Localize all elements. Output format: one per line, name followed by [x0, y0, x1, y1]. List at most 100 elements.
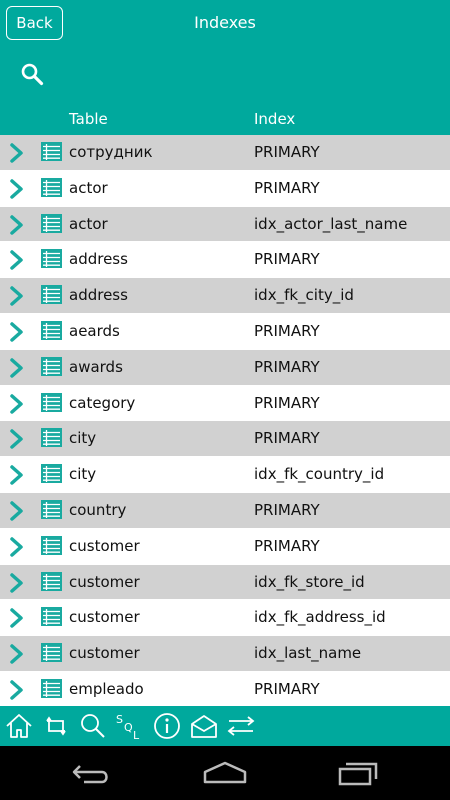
table-name-cell: aeards	[69, 321, 120, 340]
table-row[interactable]: city idx_fk_country_id	[0, 457, 450, 493]
index-name-cell: PRIMARY	[254, 500, 320, 519]
chevron-right-icon[interactable]	[8, 607, 26, 629]
index-name-cell: PRIMARY	[254, 429, 320, 448]
chevron-right-icon[interactable]	[8, 249, 26, 271]
chevron-right-icon[interactable]	[8, 393, 26, 415]
back-icon[interactable]	[70, 760, 114, 786]
index-name-cell: idx_fk_address_id	[254, 608, 386, 627]
table-name-cell: empleado	[69, 679, 144, 698]
table-row[interactable]: country PRIMARY	[0, 492, 450, 529]
table-icon	[41, 571, 62, 591]
table-row[interactable]: address PRIMARY	[0, 242, 450, 279]
table-name-cell: сотрудник	[69, 143, 153, 161]
chevron-right-icon[interactable]	[8, 464, 26, 486]
table-icon	[41, 607, 62, 627]
table-icon	[41, 177, 62, 197]
index-name-cell: PRIMARY	[254, 536, 320, 555]
table-icon	[41, 643, 62, 663]
table-name-cell: actor	[69, 178, 108, 197]
recent-apps-icon[interactable]	[336, 760, 380, 786]
index-name-cell: idx_fk_store_id	[254, 572, 365, 591]
chevron-right-icon[interactable]	[8, 643, 26, 665]
table-row[interactable]: empleado PRIMARY	[0, 671, 450, 705]
table-name-cell: customer	[69, 608, 140, 627]
search-icon[interactable]	[20, 62, 44, 86]
index-name-cell: idx_last_name	[254, 644, 362, 663]
sql-letter-s: S	[116, 713, 123, 726]
table-row[interactable]: address idx_fk_city_id	[0, 278, 450, 314]
table-row[interactable]: aeards PRIMARY	[0, 313, 450, 350]
index-name-cell: PRIMARY	[254, 357, 320, 376]
chevron-right-icon[interactable]	[8, 214, 26, 236]
table-row[interactable]: actor PRIMARY	[0, 170, 450, 207]
table-name-cell: city	[69, 429, 97, 448]
table-name-cell: customer	[69, 536, 140, 555]
sql-letter-l: L	[133, 729, 140, 741]
index-list[interactable]: сотрудник PRIMARY actor PRIMARY actor idx_act…	[0, 135, 450, 705]
table-icon	[41, 285, 62, 305]
table-icon	[41, 392, 62, 412]
table-icon	[41, 249, 62, 269]
chevron-right-icon[interactable]	[8, 142, 26, 164]
table-name-cell: category	[69, 393, 136, 412]
table-row[interactable]: сотрудник PRIMARY	[0, 135, 450, 171]
table-row[interactable]: actor idx_actor_last_name	[0, 206, 450, 243]
transfer-icon[interactable]	[226, 711, 256, 741]
refresh-icon[interactable]	[41, 711, 71, 741]
table-name-cell: customer	[69, 572, 140, 591]
table-row[interactable]: customer idx_last_name	[0, 636, 450, 672]
table-row[interactable]: customer PRIMARY	[0, 528, 450, 565]
column-header-table[interactable]: Table	[69, 110, 108, 128]
sql-icon[interactable]: S Q L	[114, 711, 144, 741]
table-row[interactable]: customer idx_fk_store_id	[0, 564, 450, 601]
mail-icon[interactable]	[189, 711, 219, 741]
table-icon	[41, 142, 62, 161]
info-icon[interactable]	[152, 711, 182, 741]
page-title: Indexes	[194, 13, 256, 32]
table-row[interactable]: category PRIMARY	[0, 385, 450, 422]
chevron-right-icon[interactable]	[8, 321, 26, 343]
column-header-index[interactable]: Index	[254, 110, 295, 128]
table-icon	[41, 464, 62, 484]
index-name-cell: idx_actor_last_name	[254, 214, 408, 233]
table-row[interactable]: awards PRIMARY	[0, 349, 450, 386]
index-name-cell: PRIMARY	[254, 250, 320, 269]
index-name-cell: PRIMARY	[254, 321, 320, 340]
chevron-right-icon[interactable]	[8, 357, 26, 379]
search-icon[interactable]	[78, 711, 108, 741]
table-name-cell: city	[69, 465, 97, 484]
system-nav-bar	[0, 746, 450, 800]
chevron-right-icon[interactable]	[8, 536, 26, 558]
home-icon[interactable]	[4, 711, 34, 741]
home-icon[interactable]	[203, 760, 247, 786]
table-name-cell: actor	[69, 214, 108, 233]
table-icon	[41, 213, 62, 233]
table-icon	[41, 678, 62, 698]
table-row[interactable]: city PRIMARY	[0, 421, 450, 458]
index-name-cell: idx_fk_city_id	[254, 286, 354, 305]
index-name-cell: PRIMARY	[254, 178, 320, 197]
table-name-cell: address	[69, 286, 128, 305]
sql-letter-q: Q	[124, 721, 133, 734]
table-icon	[41, 535, 62, 555]
app-header: Back Indexes Table Index	[0, 0, 450, 135]
table-name-cell: address	[69, 250, 128, 269]
table-name-cell: awards	[69, 357, 123, 376]
table-icon	[41, 320, 62, 340]
index-name-cell: PRIMARY	[254, 393, 320, 412]
table-name-cell: customer	[69, 644, 140, 663]
table-row[interactable]: customer idx_fk_address_id	[0, 600, 450, 637]
bottom-toolbar: S Q L	[0, 706, 450, 746]
table-icon	[41, 356, 62, 376]
chevron-right-icon[interactable]	[8, 500, 26, 522]
chevron-right-icon[interactable]	[8, 428, 26, 450]
chevron-right-icon[interactable]	[8, 679, 26, 701]
chevron-right-icon[interactable]	[8, 285, 26, 307]
index-name-cell: idx_fk_country_id	[254, 465, 385, 484]
chevron-right-icon[interactable]	[8, 178, 26, 200]
index-name-cell: PRIMARY	[254, 143, 320, 161]
table-icon	[41, 499, 62, 519]
chevron-right-icon[interactable]	[8, 572, 26, 594]
index-name-cell: PRIMARY	[254, 679, 320, 698]
table-name-cell: country	[69, 500, 127, 519]
